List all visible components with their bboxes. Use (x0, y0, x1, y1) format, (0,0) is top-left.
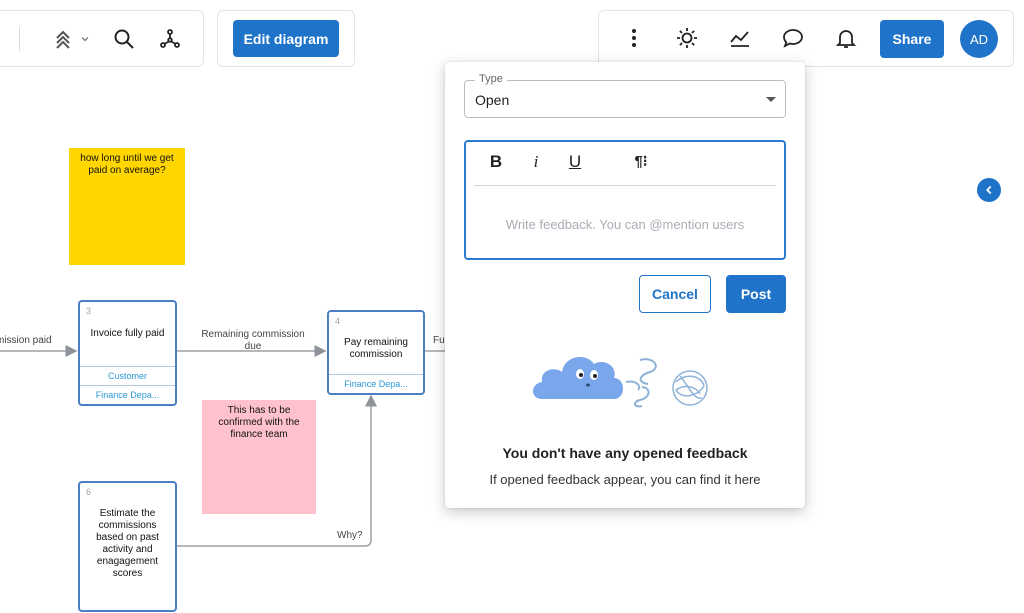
italic-button[interactable]: i (524, 152, 548, 172)
node-lane-customer: Customer (80, 366, 175, 386)
process-node-pay-commission[interactable]: 4 Pay remaining commission Finance Depa.… (327, 310, 425, 395)
node-title: Invoice fully paid (90, 328, 165, 339)
editor-divider (474, 185, 776, 186)
node-title: Estimate the commissions based on past a… (96, 508, 159, 579)
bold-button[interactable]: B (484, 152, 508, 172)
edge-label-why: Why? (337, 530, 363, 541)
sticky-note-yellow[interactable]: how long until we get paid on average? (69, 148, 185, 265)
empty-state-title: You don't have any opened feedback (502, 445, 748, 461)
node-number: 4 (335, 316, 341, 326)
chevron-left-icon (986, 185, 992, 195)
type-label: Type (475, 73, 507, 85)
process-node-estimate-commissions[interactable]: 6 Estimate the commissions based on past… (78, 481, 177, 612)
feedback-editor[interactable]: B i U ¶⁝ Write feedback. You can @mentio… (464, 140, 786, 260)
feedback-placeholder[interactable]: Write feedback. You can @mention users (466, 217, 784, 232)
type-select[interactable]: Type Open (464, 73, 786, 118)
empty-state-cloud-illustration (533, 357, 708, 408)
feedback-panel: Type Open B i U ¶⁝ Write feedback. You c… (445, 62, 805, 508)
sticky-note-pink[interactable]: This has to be confirmed with the financ… (202, 400, 316, 514)
node-title: Pay remaining commission (344, 337, 408, 360)
edge-label-remaining-commission: Remaining commission due (201, 329, 305, 352)
edge-label-fu: Fu (433, 335, 445, 346)
paragraph-button[interactable]: ¶⁝ (629, 152, 653, 170)
node-lane-finance: Finance Depa... (80, 385, 175, 405)
cancel-button[interactable]: Cancel (639, 275, 711, 313)
edge-label-mission-paid: mission paid (0, 335, 52, 346)
post-button[interactable]: Post (726, 275, 786, 313)
node-lane-finance: Finance Depa... (329, 374, 423, 394)
type-value: Open (475, 92, 510, 108)
underline-button[interactable]: U (563, 152, 587, 172)
node-number: 6 (86, 487, 92, 497)
collapse-panel-button[interactable] (977, 178, 1001, 202)
node-number: 3 (86, 306, 92, 316)
empty-state-subtitle: If opened feedback appear, you can find … (489, 472, 761, 487)
dropdown-caret-icon (766, 97, 776, 102)
process-node-invoice-paid[interactable]: 3 Invoice fully paid Customer Finance De… (78, 300, 177, 406)
